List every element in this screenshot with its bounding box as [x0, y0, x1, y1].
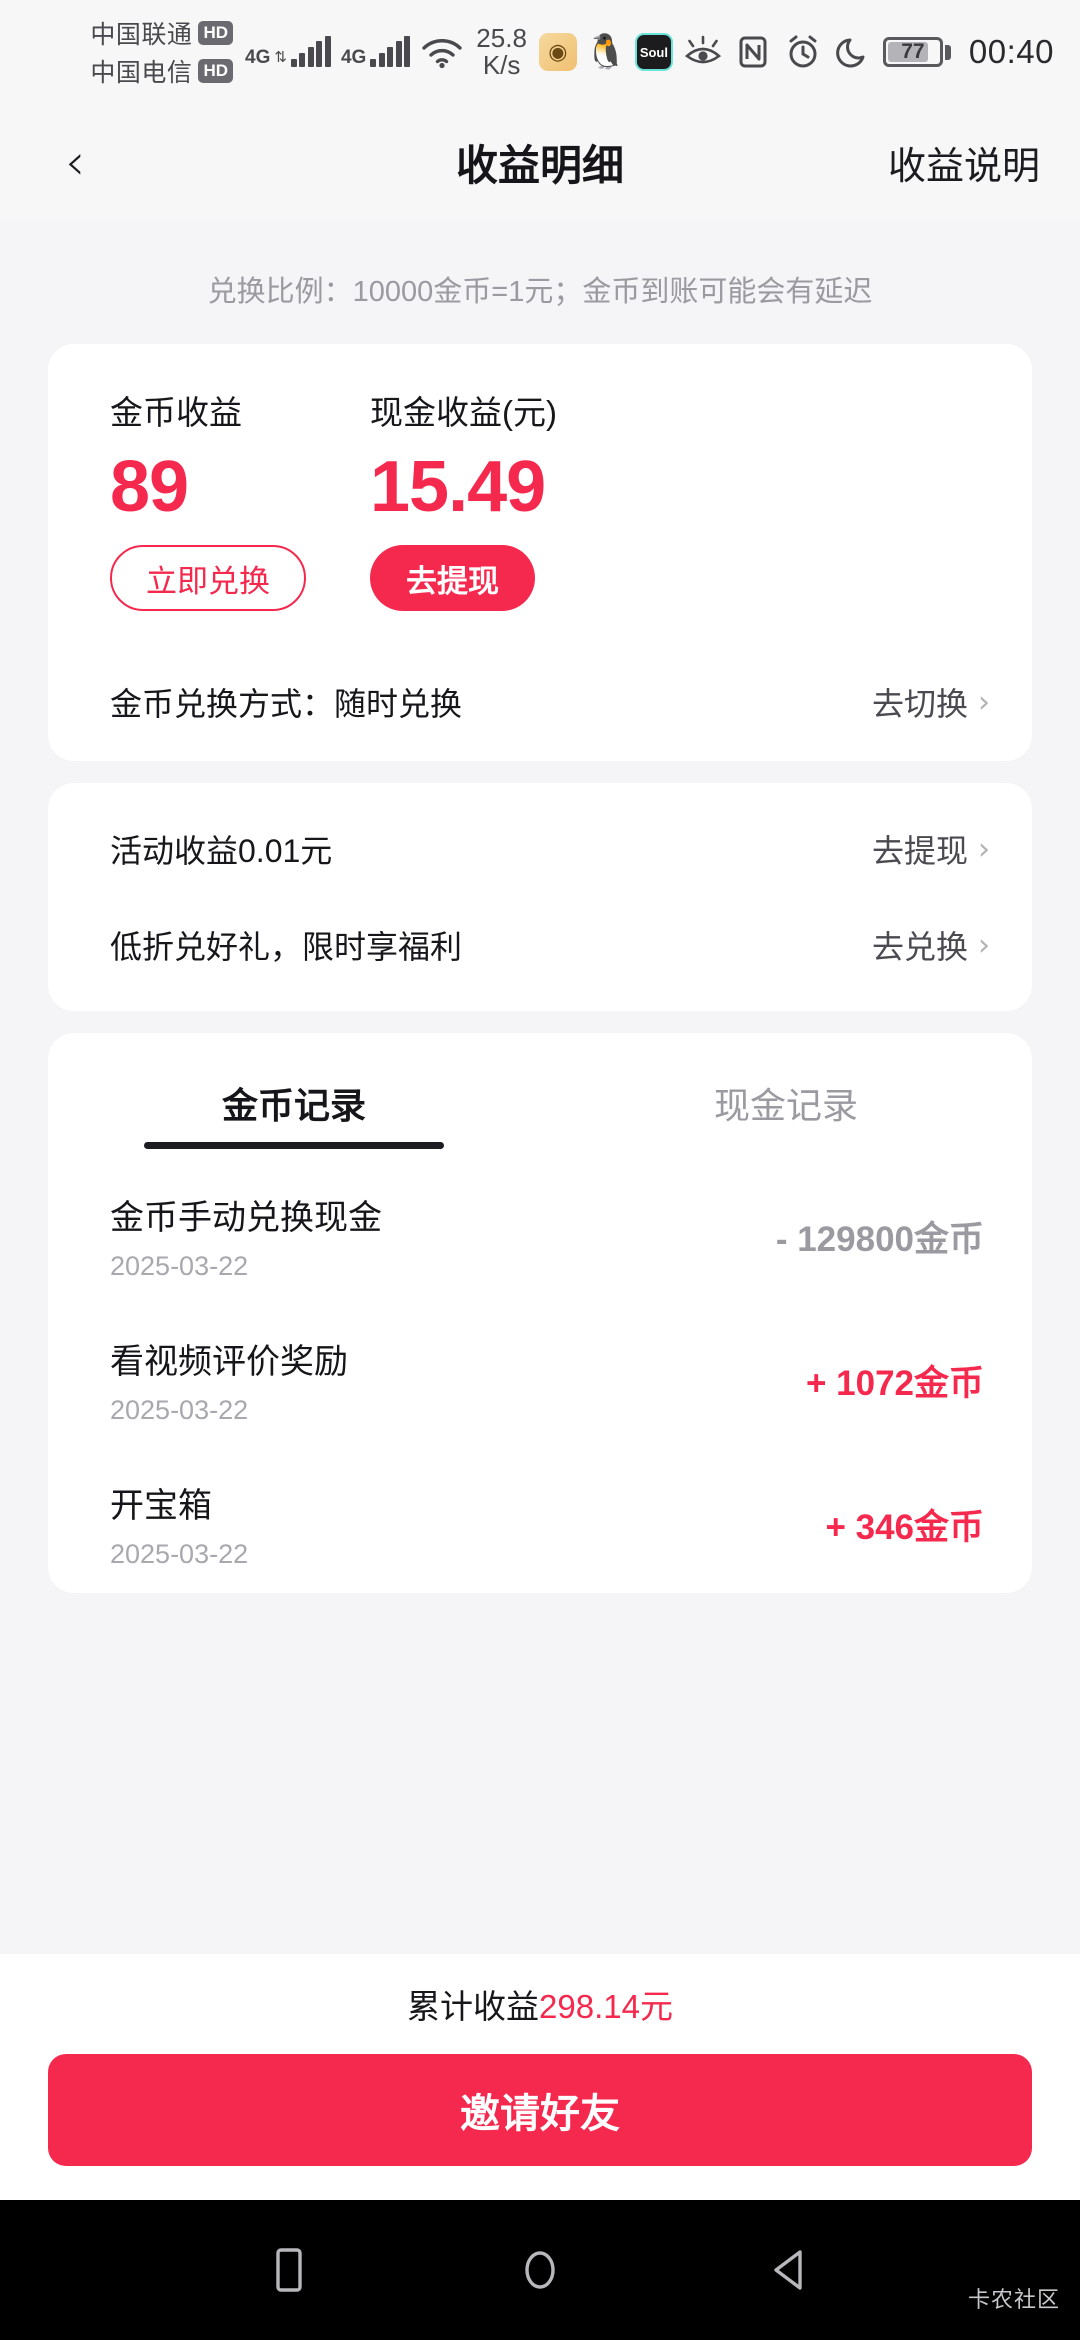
qq-app-icon: 🐧 [586, 33, 625, 71]
exchange-mode-label: 金币兑换方式：随时兑换 [110, 686, 463, 723]
quick-row-action[interactable]: 去兑换 › [872, 922, 990, 968]
quick-row-action[interactable]: 去提现 › [872, 826, 990, 872]
app-header: ‹ 收益明细 收益说明 [0, 104, 1080, 220]
status-bar-clock: 00:40 [968, 33, 1054, 70]
quick-row-activity-earnings[interactable]: 活动收益0.01元 去提现 › [48, 783, 1032, 897]
hd-badge-secondary: HD [198, 59, 233, 83]
chevron-right-icon: › [978, 684, 990, 720]
carrier-line-primary: 中国联通 HD [90, 15, 233, 51]
data-transfer-icon: ⇅ [274, 49, 287, 66]
earnings-explanation-link[interactable]: 收益说明 [888, 135, 1040, 190]
cash-earnings-label: 现金收益(元) [370, 394, 557, 431]
transaction-title: 看视频评价奖励 [110, 1343, 348, 1382]
transaction-amount: - 129800金币 [775, 1219, 984, 1259]
tab-cash-records[interactable]: 现金记录 [540, 1033, 1032, 1129]
transaction-date: 2025-03-22 [110, 1395, 249, 1426]
bottom-action-bar: 累计收益298.14元 邀请好友 [0, 1954, 1080, 2200]
nfc-icon [733, 32, 773, 72]
earnings-summary-row: 金币收益 89 立即兑换 现金收益(元) 15.49 去提现 [48, 386, 1032, 612]
transaction-row[interactable]: 金币手动兑换现金 2025-03-22 - 129800金币 [48, 1177, 1032, 1295]
quick-row-label: 活动收益0.01元 [110, 833, 333, 870]
coin-earnings-block: 金币收益 89 立即兑换 [48, 386, 364, 612]
coin-earnings-label: 金币收益 [110, 394, 242, 431]
network-type-primary: 4G [245, 47, 271, 68]
tab-cash-records-label: 现金记录 [713, 1085, 858, 1127]
transaction-date: 2025-03-22 [110, 1251, 249, 1282]
android-navigation-bar: 卡农社区 [0, 2200, 1080, 2340]
genshin-app-icon: ◉ [538, 33, 577, 71]
home-icon[interactable] [514, 2244, 566, 2296]
records-tabs: 金币记录 现金记录 [48, 1033, 1032, 1150]
carrier-name-secondary: 中国电信 [90, 59, 193, 87]
soul-app-icon: Soul [634, 33, 673, 71]
cash-earnings-value: 15.49 [370, 447, 546, 527]
invite-friends-button[interactable]: 邀请好友 [48, 2054, 1032, 2166]
quick-row-label: 低折兑好礼，限时享福利 [110, 929, 463, 966]
watermark-text: 卡农社区 [967, 2287, 1060, 2312]
battery-indicator: 77 [882, 37, 951, 67]
transaction-info: 金币手动兑换现金 2025-03-22 [110, 1190, 382, 1282]
status-bar: 中国联通 HD 中国电信 HD 4G ⇅ 4G 25.8 K/s ◉ 🐧 Sou… [0, 0, 1080, 104]
tab-active-underline [144, 1142, 444, 1150]
exchange-now-button[interactable]: 立即兑换 [110, 545, 306, 612]
network-type-secondary: 4G [340, 47, 367, 68]
tab-coin-records[interactable]: 金币记录 [48, 1033, 540, 1150]
transaction-date: 2025-03-22 [110, 1539, 249, 1570]
carrier-line-secondary: 中国电信 HD [90, 53, 233, 89]
total-earnings-amount: 298.14元 [539, 1988, 673, 2025]
do-not-disturb-moon-icon [833, 32, 873, 72]
signal-bars-secondary-icon [370, 36, 411, 67]
exchange-mode-row[interactable]: 金币兑换方式：随时兑换 去切换 › [48, 643, 1032, 761]
earnings-card: 金币收益 89 立即兑换 现金收益(元) 15.49 去提现 金币兑换方式：随时… [48, 344, 1032, 762]
transaction-info: 看视频评价奖励 2025-03-22 [110, 1334, 348, 1426]
transaction-amount: + 1072金币 [805, 1363, 984, 1403]
signal-group-primary: 4G ⇅ [245, 36, 331, 68]
transaction-title: 金币手动兑换现金 [110, 1199, 382, 1238]
tab-coin-records-label: 金币记录 [221, 1085, 366, 1127]
carrier-name-primary: 中国联通 [90, 21, 193, 49]
eye-protection-icon [683, 32, 723, 72]
total-earnings-line: 累计收益298.14元 [0, 1980, 1080, 2028]
signal-bars-primary-icon [290, 36, 331, 67]
exchange-mode-action-label: 去切换 [871, 686, 968, 723]
records-card: 金币记录 现金记录 金币手动兑换现金 2025-03-22 - 129800金币… [48, 1033, 1032, 1594]
exchange-mode-action[interactable]: 去切换 › [872, 679, 990, 725]
withdraw-button[interactable]: 去提现 [370, 545, 535, 612]
chevron-right-icon: › [978, 831, 990, 867]
quick-row-action-label: 去兑换 [871, 929, 968, 966]
carrier-info: 中国联通 HD 中国电信 HD [90, 15, 233, 89]
network-speed-unit: K/s [482, 50, 521, 80]
quick-actions-card: 活动收益0.01元 去提现 › 低折兑好礼，限时享福利 去兑换 › [48, 783, 1032, 1012]
network-speed: 25.8 K/s [476, 22, 527, 80]
recents-icon[interactable] [262, 2244, 314, 2296]
transaction-info: 开宝箱 2025-03-22 [110, 1478, 248, 1570]
network-speed-value: 25.8 [476, 22, 527, 53]
signal-group-secondary: 4G [340, 36, 411, 68]
chevron-right-icon: › [978, 927, 990, 963]
quick-row-gift-exchange[interactable]: 低折兑好礼，限时享福利 去兑换 › [48, 897, 1032, 1011]
coin-earnings-value: 89 [110, 447, 189, 527]
transaction-amount: + 346金币 [825, 1507, 984, 1547]
total-earnings-label: 累计收益 [407, 1988, 540, 2025]
battery-percent: 77 [901, 40, 925, 63]
back-icon[interactable]: ‹ [40, 127, 110, 197]
transaction-title: 开宝箱 [110, 1487, 212, 1526]
quick-row-action-label: 去提现 [871, 833, 968, 870]
hd-badge-primary: HD [198, 21, 233, 45]
transaction-row[interactable]: 开宝箱 2025-03-22 + 346金币 [48, 1465, 1032, 1583]
transaction-row[interactable]: 看视频评价奖励 2025-03-22 + 1072金币 [48, 1321, 1032, 1439]
alarm-icon [783, 32, 823, 72]
cash-earnings-block: 现金收益(元) 15.49 去提现 [364, 386, 557, 612]
exchange-ratio-note: 兑换比例：10000金币=1元；金币到账可能会有延迟 [207, 276, 873, 308]
back-nav-icon[interactable] [766, 2244, 818, 2296]
wifi-icon [420, 35, 464, 69]
